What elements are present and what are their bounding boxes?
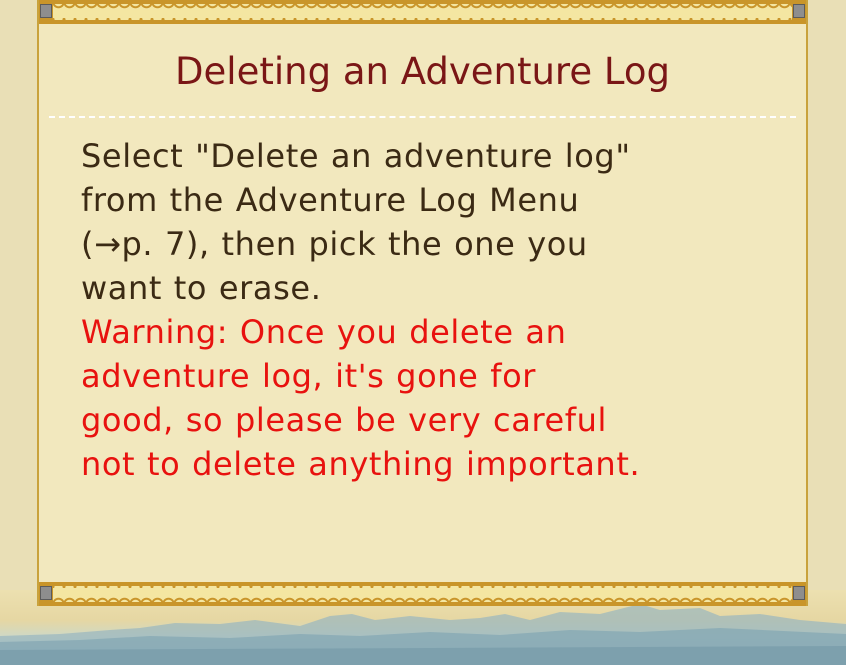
warning-line: good, so please be very careful xyxy=(81,401,608,439)
warning-line: Warning: Once you delete an xyxy=(81,313,567,351)
corner-ornament xyxy=(40,4,52,18)
warning-line: not to delete anything important. xyxy=(81,445,641,483)
body-line: from the Adventure Log Menu xyxy=(81,181,580,219)
top-ornament-band xyxy=(39,0,806,24)
wave-pattern xyxy=(53,4,792,20)
warning-line: adventure log, it's gone for xyxy=(81,357,537,395)
panel-body: Select "Delete an adventure log" from th… xyxy=(81,134,781,486)
bottom-ornament-band xyxy=(39,582,806,606)
body-line: want to erase. xyxy=(81,269,322,307)
wave-pattern xyxy=(53,586,792,602)
panel-title: Deleting an Adventure Log xyxy=(175,50,670,93)
corner-ornament xyxy=(793,4,805,18)
corner-ornament xyxy=(40,586,52,600)
body-line: (→p. 7), then pick the one you xyxy=(81,225,588,263)
corner-ornament xyxy=(793,586,805,600)
title-divider xyxy=(49,116,796,118)
body-line: Select "Delete an adventure log" xyxy=(81,137,631,175)
info-panel: Deleting an Adventure Log Select "Delete… xyxy=(37,0,808,606)
